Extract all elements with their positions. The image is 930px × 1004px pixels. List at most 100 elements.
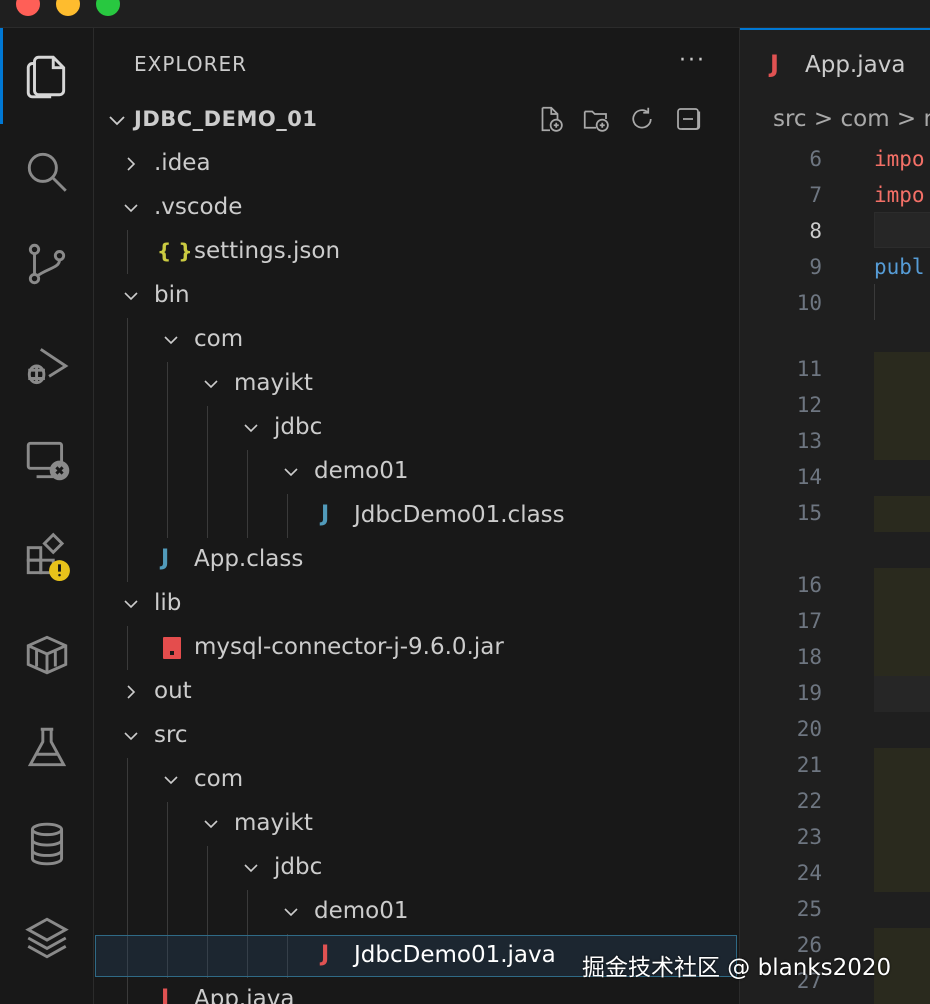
- run-debug-icon[interactable]: [17, 336, 77, 396]
- line-number: 22: [796, 789, 822, 813]
- chevron-right-icon: [127, 685, 136, 699]
- line-number: 9: [809, 255, 822, 279]
- tree-item-file[interactable]: { } settings.json: [95, 230, 739, 274]
- chevron-down-icon: [204, 380, 218, 389]
- tree-item-label: lib: [154, 590, 182, 616]
- line-number: 17: [796, 609, 822, 633]
- tree-item-folder[interactable]: mayikt: [95, 802, 739, 846]
- tree-item-label: src: [154, 722, 188, 748]
- tree-item-label: demo01: [314, 458, 409, 484]
- explorer-icon[interactable]: [17, 46, 77, 106]
- line-number: 7: [809, 183, 822, 207]
- tree-item-folder[interactable]: src: [95, 714, 739, 758]
- line-number: 16: [796, 573, 822, 597]
- tree-item-label: App.class: [194, 546, 304, 572]
- line-number: 25: [796, 897, 822, 921]
- new-folder-icon[interactable]: [581, 104, 611, 134]
- tree-item-folder[interactable]: bin: [95, 274, 739, 318]
- tree-item-folder[interactable]: demo01: [95, 450, 739, 494]
- line-number: 8: [809, 219, 822, 243]
- tab-bar: J App.java: [740, 28, 930, 96]
- tree-item-folder[interactable]: mayikt: [95, 362, 739, 406]
- tree-item-label: settings.json: [194, 238, 341, 264]
- active-indicator: [0, 28, 3, 124]
- json-file-icon: { }: [157, 239, 193, 263]
- explorer-toolbar: [535, 104, 703, 134]
- line-number: 20: [796, 717, 822, 741]
- java-class-icon: J: [161, 546, 170, 571]
- tree-item-label: App.java: [194, 986, 295, 1004]
- database-icon[interactable]: [17, 814, 77, 874]
- chevron-down-icon: [164, 336, 178, 345]
- tree-item-file[interactable]: J App.class: [95, 538, 739, 582]
- java-file-icon: J: [321, 942, 330, 967]
- tree-item-folder[interactable]: lib: [95, 582, 739, 626]
- tab-app-java[interactable]: J App.java: [740, 28, 930, 96]
- chevron-down-icon: [124, 292, 138, 301]
- remote-explorer-icon[interactable]: [17, 430, 77, 490]
- breadcrumb[interactable]: src > com > m: [773, 106, 930, 132]
- tree-item-label: mayikt: [234, 370, 313, 396]
- line-number: 11: [796, 357, 822, 381]
- java-class-icon: J: [321, 502, 330, 527]
- line-number: 24: [796, 861, 822, 885]
- java-projects-icon[interactable]: [17, 624, 77, 684]
- collapse-all-icon[interactable]: [673, 104, 703, 134]
- tree-item-folder[interactable]: demo01: [95, 890, 739, 934]
- tree-item-label: JdbcDemo01.class: [354, 502, 565, 528]
- tree-item-folder[interactable]: com: [95, 318, 739, 362]
- tree-item-folder[interactable]: out: [95, 670, 739, 714]
- minimize-window-button[interactable]: [56, 0, 80, 16]
- indent-guide: [874, 284, 875, 320]
- more-actions-button[interactable]: ···: [679, 48, 706, 73]
- tree-item-label: .vscode: [154, 194, 243, 220]
- code-highlight-block: [874, 568, 930, 676]
- workspace-root[interactable]: JDBC_DEMO_01: [95, 98, 739, 142]
- java-file-icon: J: [770, 50, 779, 78]
- new-file-icon[interactable]: [535, 104, 565, 134]
- maximize-window-button[interactable]: [96, 0, 120, 16]
- line-number: 19: [796, 681, 822, 705]
- chevron-down-icon: [124, 732, 138, 741]
- explorer-panel: EXPLORER ··· JDBC_DEMO_01 .idea .vscode …: [95, 28, 739, 1004]
- tree-item-label: jdbc: [274, 414, 323, 440]
- close-window-button[interactable]: [16, 0, 40, 16]
- search-icon[interactable]: [17, 142, 77, 202]
- source-control-icon[interactable]: [17, 234, 77, 294]
- code-highlight-block: [874, 748, 930, 892]
- layers-icon[interactable]: [17, 908, 77, 968]
- activity-bar: [0, 28, 94, 1004]
- line-number: 12: [796, 393, 822, 417]
- tree-item-folder[interactable]: jdbc: [95, 406, 739, 450]
- chevron-down-icon: [164, 776, 178, 785]
- watermark: 掘金技术社区 @ blanks2020: [582, 955, 892, 981]
- tree-item-folder[interactable]: jdbc: [95, 846, 739, 890]
- tab-label: App.java: [805, 52, 906, 78]
- editor-area: J App.java src > com > m 6 7 8 9 10 11 1…: [739, 28, 930, 1004]
- line-number: 10: [796, 291, 822, 315]
- tree-item-file[interactable]: J JdbcDemo01.class: [95, 494, 739, 538]
- tree-item-label: mayikt: [234, 810, 313, 836]
- code-highlight-block: [874, 496, 930, 532]
- tree-item-label: com: [194, 766, 244, 792]
- refresh-icon[interactable]: [627, 104, 657, 134]
- tree-item-label: demo01: [314, 898, 409, 924]
- line-number: 15: [796, 501, 822, 525]
- code-line: impo: [874, 183, 925, 207]
- code-editor[interactable]: 6 7 8 9 10 11 12 13 14 15 16 17 18 19 20…: [740, 142, 930, 1004]
- line-number: 23: [796, 825, 822, 849]
- chevron-down-icon: [284, 468, 298, 477]
- tree-item-folder[interactable]: .vscode: [95, 186, 739, 230]
- chevron-right-icon: [127, 157, 136, 171]
- line-number: 14: [796, 465, 822, 489]
- extensions-icon[interactable]: [17, 526, 77, 586]
- tree-item-file[interactable]: mysql-connector-j-9.6.0.jar: [95, 626, 739, 670]
- chevron-down-icon: [284, 908, 298, 917]
- chevron-down-icon: [244, 864, 258, 873]
- tree-item-label: com: [194, 326, 244, 352]
- tree-item-label: mysql-connector-j-9.6.0.jar: [194, 634, 504, 660]
- tree-item-folder[interactable]: com: [95, 758, 739, 802]
- tree-item-folder[interactable]: .idea: [95, 142, 739, 186]
- testing-icon[interactable]: [17, 718, 77, 778]
- chevron-down-icon: [244, 424, 258, 433]
